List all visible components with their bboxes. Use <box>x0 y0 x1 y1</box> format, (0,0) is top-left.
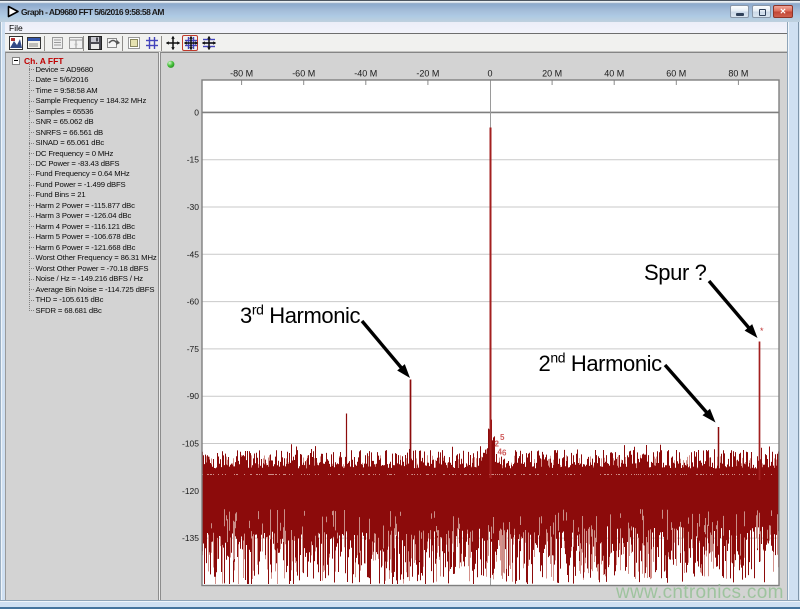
svg-text:40 M: 40 M <box>604 69 624 79</box>
svg-text:-60 M: -60 M <box>292 69 315 79</box>
svg-text:-60: -60 <box>187 297 200 307</box>
svg-text:-105: -105 <box>182 439 199 449</box>
svg-text:-80 M: -80 M <box>230 69 253 79</box>
svg-text:-20 M: -20 M <box>416 69 439 79</box>
svg-text:-75: -75 <box>187 344 200 354</box>
svg-text:Spur ?: Spur ? <box>644 260 707 285</box>
svg-text:5: 5 <box>500 433 505 442</box>
svg-text:-15: -15 <box>187 155 200 165</box>
svg-text:0: 0 <box>194 107 199 117</box>
svg-text:*: * <box>760 326 764 336</box>
svg-text:-45: -45 <box>187 249 200 259</box>
svg-text:-40 M: -40 M <box>354 69 377 79</box>
svg-text:6: 6 <box>502 449 507 458</box>
svg-text:80 M: 80 M <box>728 69 748 79</box>
svg-text:20 M: 20 M <box>542 69 562 79</box>
svg-text:0: 0 <box>487 69 492 79</box>
svg-text:60 M: 60 M <box>666 69 686 79</box>
svg-text:-120: -120 <box>182 486 199 496</box>
svg-text:-135: -135 <box>182 533 199 543</box>
svg-text:-90: -90 <box>187 391 200 401</box>
svg-text:-30: -30 <box>187 202 200 212</box>
